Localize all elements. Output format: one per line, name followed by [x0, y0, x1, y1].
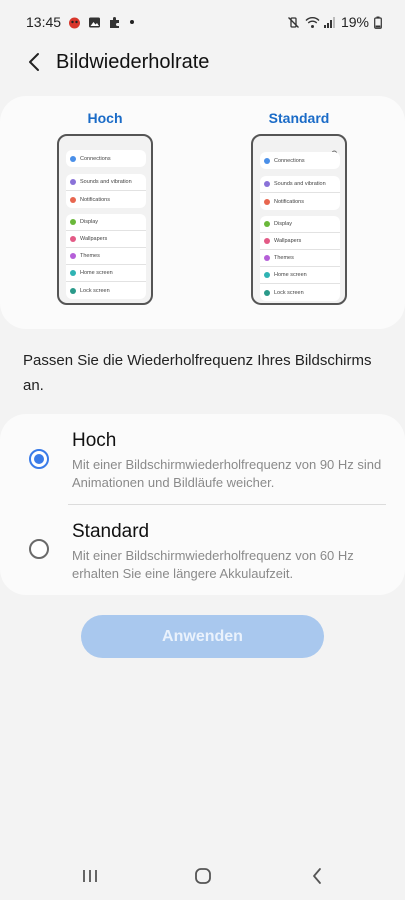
- phone-list-item-label: Home screen: [274, 272, 307, 278]
- phone-list-item-label: Lock screen: [274, 289, 304, 296]
- phone-list-item-label: Connections: [274, 157, 305, 164]
- phone-group-1: Connections: [66, 150, 146, 167]
- phone-group-3: Display Wallpapers Themes Home screen Lock s…: [260, 216, 340, 301]
- phone-group-1: Connections: [260, 152, 340, 169]
- phone-list-item: Sounds and vibration: [260, 176, 340, 193]
- phone-list-item: Lock screen: [66, 282, 146, 299]
- battery-percent: 19%: [340, 14, 369, 30]
- divider: [68, 504, 386, 505]
- option-description: Mit einer Bildschirmwiederholfrequenz vo…: [72, 548, 354, 581]
- phone-list-item: Notifications: [66, 191, 146, 208]
- settings-category-icon: [70, 236, 76, 242]
- recent-apps-button[interactable]: [70, 862, 110, 890]
- battery-icon: [374, 16, 387, 29]
- phone-list-item-label: Sounds and vibration: [274, 181, 326, 187]
- settings-category-icon: [264, 289, 270, 296]
- settings-category-icon: [70, 179, 76, 185]
- phone-list-item: Wallpapers: [260, 233, 340, 250]
- option-description: Mit einer Bildschirmwiederholfrequenz vo…: [72, 457, 382, 490]
- phone-list-item: Connections: [66, 150, 146, 167]
- phone-list-item-label: Lock screen: [80, 287, 110, 294]
- navigation-bar: [0, 850, 405, 900]
- phone-list-item-label: Connections: [80, 155, 111, 162]
- phone-list-item: Lock screen: [260, 284, 340, 301]
- settings-category-icon: [264, 181, 270, 187]
- phone-list-item-label: Wallpapers: [80, 236, 108, 242]
- settings-category-icon: [264, 157, 270, 164]
- apply-button[interactable]: Anwenden: [81, 615, 324, 658]
- preview-card: Hoch Connections Sounds and vibration Not…: [0, 96, 405, 329]
- settings-category-icon: [70, 253, 76, 259]
- app-red-icon: [68, 16, 81, 29]
- settings-category-icon: [264, 238, 270, 244]
- preview-high: Hoch Connections Sounds and vibration Not…: [55, 108, 155, 305]
- phone-group-3: Display Wallpapers Themes Home screen Lock s…: [66, 214, 146, 299]
- phone-preview-standard: Connections Sounds and vibration Notifica…: [251, 134, 347, 305]
- signal-icon: [323, 16, 336, 29]
- gallery-icon: [88, 16, 101, 29]
- phone-list-item-label: Sounds and vibration: [80, 179, 132, 185]
- more-notifications-dot: [130, 20, 135, 24]
- phone-group-2: Sounds and vibration Notifications: [66, 174, 146, 208]
- home-button[interactable]: [183, 862, 223, 890]
- phone-preview-high: Connections Sounds and vibration Notifica…: [57, 134, 153, 305]
- preview-label-standard: Standard: [268, 110, 330, 126]
- settings-category-icon: [70, 287, 76, 294]
- phone-list-item: Themes: [66, 248, 146, 265]
- option-title: Standard: [72, 521, 150, 542]
- option-high[interactable]: Hoch Mit einer Bildschirmwiederholfreque…: [0, 430, 405, 508]
- page-title: Bildwiederholrate: [56, 50, 210, 73]
- settings-category-icon: [264, 221, 270, 227]
- phone-list-item-label: Home screen: [80, 270, 113, 276]
- phone-list-item: Display: [66, 214, 146, 231]
- chevron-left-icon: [29, 53, 39, 71]
- app-header: Bildwiederholrate: [0, 40, 405, 84]
- settings-category-icon: [70, 155, 76, 162]
- home-icon: [195, 868, 211, 884]
- phone-list-item-label: Themes: [274, 255, 294, 261]
- phone-list-item: Themes: [260, 250, 340, 267]
- phone-list-item: Connections: [260, 152, 340, 169]
- option-title: Hoch: [72, 430, 117, 451]
- preview-label-high: Hoch: [87, 110, 123, 126]
- radio-standard[interactable]: [29, 539, 49, 559]
- phone-list-item-label: Display: [274, 221, 293, 227]
- phone-list-item: Sounds and vibration: [66, 174, 146, 191]
- settings-category-icon: [70, 270, 76, 276]
- settings-category-icon: [70, 196, 76, 203]
- settings-category-icon: [264, 272, 270, 278]
- settings-category-icon: [264, 198, 270, 205]
- nav-back-button[interactable]: [297, 862, 337, 890]
- phone-list-item: Wallpapers: [66, 231, 146, 248]
- phone-list-item-label: Display: [80, 219, 99, 225]
- refresh-rate-options: Hoch Mit einer Bildschirmwiederholfreque…: [0, 414, 405, 595]
- phone-list-item: Display: [260, 216, 340, 233]
- phone-group-2: Sounds and vibration Notifications: [260, 176, 340, 210]
- option-standard[interactable]: Standard Mit einer Bildschirmwiederholfr…: [0, 521, 405, 591]
- settings-category-icon: [264, 255, 270, 261]
- phone-list-item: Home screen: [260, 267, 340, 284]
- puzzle-icon: [108, 16, 121, 29]
- preview-standard: Standard Connections Sounds and vibratio…: [249, 108, 349, 305]
- back-button[interactable]: [10, 40, 58, 84]
- phone-list-item: Notifications: [260, 193, 340, 210]
- mute-vibrate-icon: [287, 16, 300, 29]
- description-text: Passen Sie die Wiederholfrequenz Ihres B…: [23, 352, 372, 394]
- phone-list-item: Home screen: [66, 265, 146, 282]
- phone-list-item-label: Themes: [80, 253, 100, 259]
- recent-apps-icon: [83, 870, 97, 882]
- wifi-icon: [305, 16, 320, 29]
- status-bar: 13:45 19%: [0, 0, 405, 44]
- phone-list-item-label: Notifications: [274, 198, 304, 205]
- phone-list-item-label: Notifications: [80, 196, 110, 203]
- settings-category-icon: [70, 219, 76, 225]
- status-time: 13:45: [26, 14, 62, 30]
- radio-high[interactable]: [29, 449, 49, 469]
- phone-list-item-label: Wallpapers: [274, 238, 302, 244]
- back-icon: [313, 868, 321, 884]
